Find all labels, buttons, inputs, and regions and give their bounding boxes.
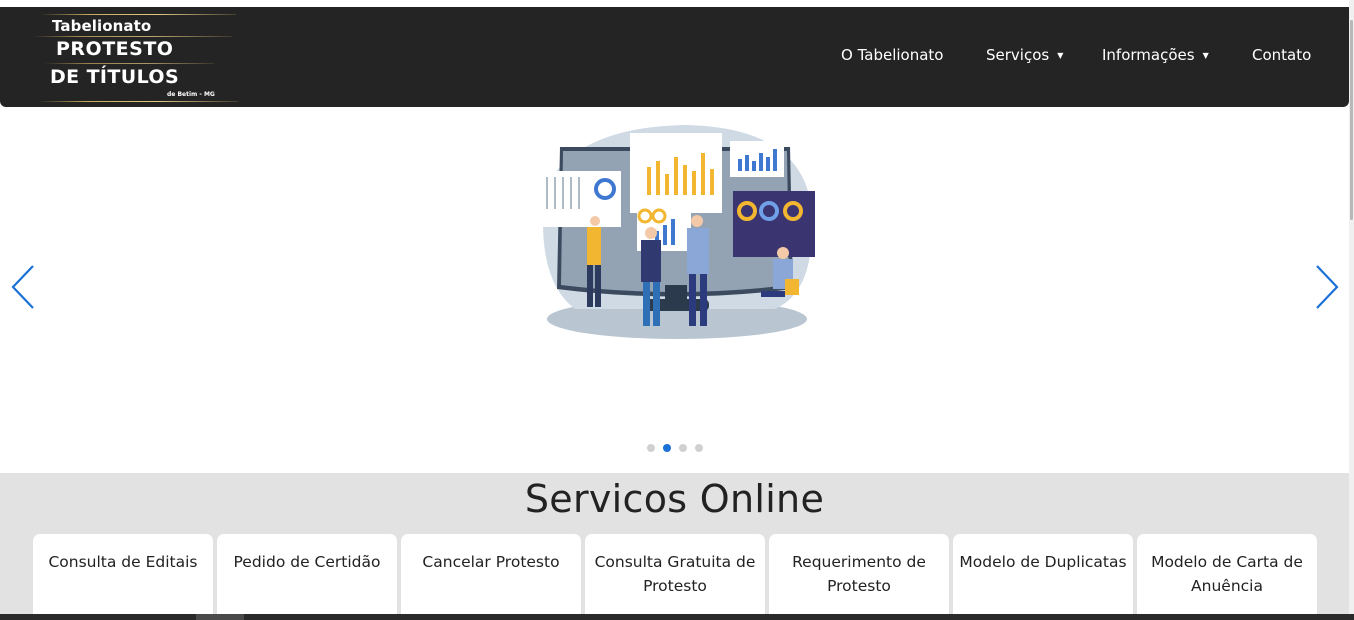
services-section: Servicos Online Consulta de Editais Pedi… (0, 473, 1349, 614)
service-card-label: Consulta Gratuita de Protesto (594, 553, 756, 595)
carousel-dot-3[interactable] (679, 444, 687, 452)
nav-label-contato: Contato (1252, 46, 1312, 64)
site-logo[interactable]: Tabelionato PROTESTO DE TÍTULOS de Betim… (32, 12, 240, 104)
services-title: Servicos Online (524, 477, 825, 521)
service-card-label: Pedido de Certidão (233, 553, 381, 571)
carousel-dot-1[interactable] (647, 444, 655, 452)
vertical-scrollbar[interactable] (1349, 0, 1354, 620)
logo-line-1: Tabelionato (52, 17, 152, 35)
nav-label-informacoes: Informações (1102, 46, 1195, 64)
logo-gold-line-bottom (38, 101, 238, 102)
carousel-next-button[interactable] (1311, 263, 1341, 311)
service-card-modelo-carta-anuencia[interactable]: Modelo de Carta de Anuência (1137, 534, 1317, 614)
logo-gold-line-top (40, 14, 236, 15)
bottom-bar (0, 614, 1354, 620)
site-header: Tabelionato PROTESTO DE TÍTULOS de Betim… (0, 7, 1349, 107)
data-dashboard-team-illustration (541, 125, 815, 339)
caret-down-icon: ▼ (1057, 50, 1064, 60)
logo-gold-line-mid (32, 36, 232, 37)
service-card-consulta-editais[interactable]: Consulta de Editais (33, 534, 213, 614)
carousel-dot-4[interactable] (695, 444, 703, 452)
logo-gold-line-mid-2 (44, 63, 214, 64)
carousel-indicators (647, 444, 703, 452)
hero-carousel (0, 107, 1349, 473)
service-card-label: Requerimento de Protesto (792, 553, 926, 595)
service-card-label: Consulta de Editais (48, 553, 198, 571)
nav-label-servicos: Serviços (986, 46, 1050, 64)
nav-item-o-tabelionato[interactable]: O Tabelionato (841, 44, 943, 66)
service-card-label: Cancelar Protesto (422, 553, 560, 571)
chevron-left-icon (11, 265, 34, 309)
nav-item-informacoes[interactable]: Informações ▼ (1102, 44, 1209, 66)
carousel-dot-2[interactable] (663, 444, 671, 452)
chevron-right-icon (1316, 265, 1339, 309)
logo-line-3: DE TÍTULOS (50, 66, 180, 88)
service-card-requerimento-protesto[interactable]: Requerimento de Protesto (769, 534, 949, 614)
logo-line-2: PROTESTO (56, 38, 174, 60)
scrollbar-thumb[interactable] (1350, 20, 1353, 220)
nav-item-contato[interactable]: Contato (1252, 44, 1311, 66)
service-card-label: Modelo de Duplicatas (959, 553, 1127, 571)
nav-item-servicos[interactable]: Serviços ▼ (986, 44, 1063, 66)
service-card-modelo-duplicatas[interactable]: Modelo de Duplicatas (953, 534, 1133, 614)
bottom-bar-segment (196, 614, 244, 620)
service-card-cancelar-protesto[interactable]: Cancelar Protesto (401, 534, 581, 614)
caret-down-icon: ▼ (1202, 50, 1209, 60)
service-card-pedido-certidao[interactable]: Pedido de Certidão (217, 534, 397, 614)
nav-label-o-tabelionato: O Tabelionato (841, 46, 944, 64)
service-card-label: Modelo de Carta de Anuência (1151, 553, 1303, 595)
carousel-prev-button[interactable] (9, 263, 39, 311)
logo-line-4: de Betim - MG (167, 91, 215, 98)
service-card-consulta-gratuita[interactable]: Consulta Gratuita de Protesto (585, 534, 765, 614)
